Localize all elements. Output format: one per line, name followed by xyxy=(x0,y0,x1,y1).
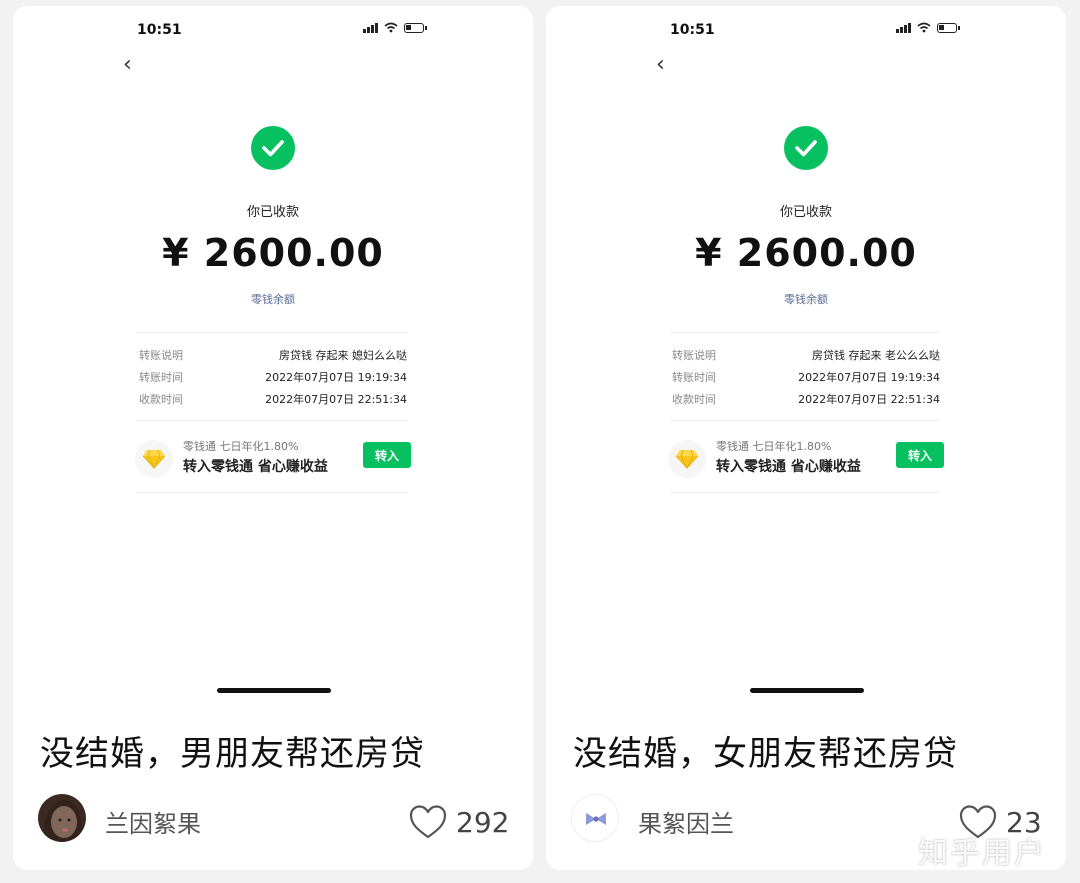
wifi-icon xyxy=(917,22,931,33)
post-card-left[interactable]: 10:51 ‹ 你已收款 ¥ 2600.00 零钱余额 转账说明 房贷钱 存起来… xyxy=(13,6,533,870)
back-icon[interactable]: ‹ xyxy=(656,54,665,76)
detail-row-transfer-time: 转账时间 2022年07月07日 19:19:34 xyxy=(139,369,407,385)
detail-label: 转账说明 xyxy=(672,349,716,362)
diamond-icon xyxy=(668,440,706,478)
balance-link[interactable]: 零钱余额 xyxy=(546,291,1066,307)
divider xyxy=(670,492,940,493)
post-title[interactable]: 没结婚，女朋友帮还房贷 xyxy=(573,726,958,775)
author-name[interactable]: 兰因絮果 xyxy=(105,804,201,839)
detail-row-transfer-time: 转账时间 2022年07月07日 19:19:34 xyxy=(672,369,940,385)
divider xyxy=(670,332,940,333)
home-indicator xyxy=(217,688,331,693)
promo-title: 转入零钱通 省心赚收益 xyxy=(716,459,861,475)
received-label: 你已收款 xyxy=(779,205,832,220)
detail-row-note: 转账说明 房贷钱 存起来 老公么么哒 xyxy=(672,347,940,363)
wifi-icon xyxy=(384,22,398,33)
battery-icon xyxy=(404,22,427,33)
post-card-right[interactable]: 10:51 ‹ 你已收款 ¥ 2600.00 零钱余额 转账说明 房贷钱 存起来… xyxy=(546,6,1066,870)
like-button[interactable]: 292 xyxy=(408,804,509,840)
detail-label: 转账时间 xyxy=(139,371,183,384)
avatar-photo[interactable] xyxy=(38,794,86,842)
status-time: 10:51 xyxy=(137,22,182,38)
check-icon xyxy=(251,126,295,170)
zhihu-watermark: 知乎用户 xyxy=(918,836,1046,871)
check-icon xyxy=(784,126,828,170)
signal-icon xyxy=(363,22,378,33)
amount: ¥ 2600.00 xyxy=(162,231,384,275)
promo-subtitle: 零钱通 七日年化1.80% xyxy=(183,440,299,453)
detail-row-receive-time: 收款时间 2022年07月07日 22:51:34 xyxy=(139,391,407,407)
promo-subtitle: 零钱通 七日年化1.80% xyxy=(716,440,832,453)
post-title[interactable]: 没结婚，男朋友帮还房贷 xyxy=(40,726,425,775)
back-icon[interactable]: ‹ xyxy=(123,54,132,76)
battery-icon xyxy=(937,22,960,33)
detail-label: 转账说明 xyxy=(139,349,183,362)
heart-icon[interactable] xyxy=(408,804,448,840)
received-label: 你已收款 xyxy=(246,205,299,220)
detail-value: 2022年07月07日 19:19:34 xyxy=(798,371,940,384)
detail-label: 转账时间 xyxy=(672,371,716,384)
divider xyxy=(137,332,407,333)
diamond-icon xyxy=(135,440,173,478)
transfer-in-button[interactable]: 转入 xyxy=(363,442,411,468)
status-icons xyxy=(896,22,960,33)
divider xyxy=(670,420,940,421)
promo-title: 转入零钱通 省心赚收益 xyxy=(183,459,328,475)
home-indicator xyxy=(750,688,864,693)
detail-label: 收款时间 xyxy=(139,393,183,406)
divider xyxy=(137,492,407,493)
detail-row-receive-time: 收款时间 2022年07月07日 22:51:34 xyxy=(672,391,940,407)
detail-value: 2022年07月07日 22:51:34 xyxy=(798,393,940,406)
status-icons xyxy=(363,22,427,33)
bow-avatar[interactable] xyxy=(571,794,619,842)
divider xyxy=(137,420,407,421)
detail-value: 房贷钱 存起来 媳妇么么哒 xyxy=(279,349,407,362)
like-count: 292 xyxy=(456,805,510,839)
status-time: 10:51 xyxy=(670,22,715,38)
detail-label: 收款时间 xyxy=(672,393,716,406)
detail-value: 房贷钱 存起来 老公么么哒 xyxy=(812,349,940,362)
detail-value: 2022年07月07日 22:51:34 xyxy=(265,393,407,406)
author-name[interactable]: 果絮因兰 xyxy=(638,804,734,839)
balance-link[interactable]: 零钱余额 xyxy=(13,291,533,307)
transfer-in-button[interactable]: 转入 xyxy=(896,442,944,468)
detail-value: 2022年07月07日 19:19:34 xyxy=(265,371,407,384)
detail-row-note: 转账说明 房贷钱 存起来 媳妇么么哒 xyxy=(139,347,407,363)
signal-icon xyxy=(896,22,911,33)
amount: ¥ 2600.00 xyxy=(695,231,917,275)
